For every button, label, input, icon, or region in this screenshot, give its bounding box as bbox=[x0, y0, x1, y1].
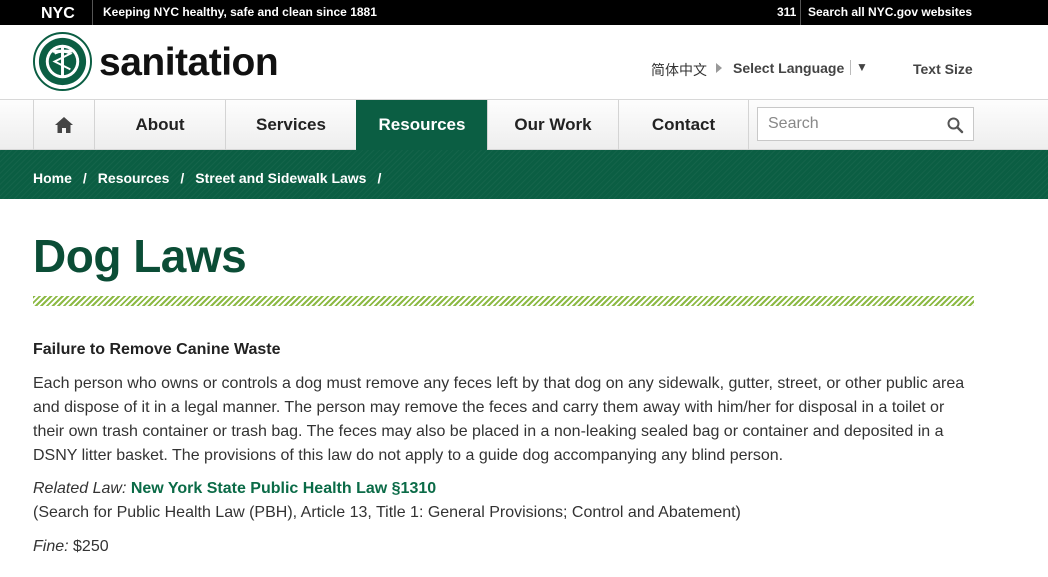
divider bbox=[92, 0, 93, 25]
nav-contact[interactable]: Contact bbox=[618, 100, 749, 150]
home-icon bbox=[55, 117, 73, 133]
divider bbox=[800, 0, 801, 25]
related-law-link[interactable]: New York State Public Health Law §1310 bbox=[131, 480, 436, 497]
search-icon[interactable] bbox=[946, 116, 964, 134]
breadcrumb-bar: Home / Resources / Street and Sidewalk Laws / bbox=[0, 150, 1048, 199]
tagline: Keeping NYC healthy, safe and clean sinc… bbox=[103, 5, 377, 19]
nav-home[interactable] bbox=[33, 100, 94, 150]
nav-services[interactable]: Services bbox=[225, 100, 356, 150]
select-language-dropdown[interactable]: Select Language bbox=[733, 60, 844, 76]
breadcrumb-separator: / bbox=[82, 170, 87, 186]
dsny-seal-icon[interactable] bbox=[33, 32, 92, 91]
nyc-logo-icon[interactable]: NYC bbox=[41, 4, 85, 21]
fine-label: Fine: bbox=[33, 538, 69, 555]
triangle-right-icon bbox=[716, 63, 722, 73]
divider bbox=[850, 60, 851, 75]
search-box bbox=[757, 107, 974, 141]
caret-down-icon[interactable]: ▼ bbox=[856, 60, 868, 74]
language-chinese-link[interactable]: 简体中文 bbox=[651, 60, 707, 80]
breadcrumb-resources[interactable]: Resources bbox=[98, 170, 170, 186]
related-law: Related Law: New York State Public Healt… bbox=[33, 480, 436, 498]
search-all-nyc-link[interactable]: Search all NYC.gov websites bbox=[808, 5, 972, 19]
breadcrumb-separator: / bbox=[377, 170, 382, 186]
breadcrumb: Home / Resources / Street and Sidewalk Laws / bbox=[33, 170, 392, 186]
law-description: Each person who owns or controls a dog m… bbox=[33, 375, 965, 464]
link-311[interactable]: 311 bbox=[777, 5, 796, 19]
section-heading: Failure to Remove Canine Waste bbox=[33, 341, 281, 358]
decorative-stripe bbox=[33, 296, 974, 306]
main-nav: About Services Resources Our Work Contac… bbox=[0, 99, 1048, 150]
svg-text:NYC: NYC bbox=[41, 5, 75, 21]
nav-about[interactable]: About bbox=[94, 100, 225, 150]
page-title: Dog Laws bbox=[33, 230, 247, 282]
site-brand[interactable]: sanitation bbox=[99, 41, 279, 85]
site-header: sanitation 简体中文 Select Language ▼ Text S… bbox=[0, 25, 1048, 100]
breadcrumb-home[interactable]: Home bbox=[33, 170, 72, 186]
nav-resources[interactable]: Resources bbox=[356, 100, 487, 150]
related-law-note: (Search for Public Health Law (PBH), Art… bbox=[33, 504, 741, 521]
text-size-button[interactable]: Text Size bbox=[913, 61, 973, 77]
fine-value: $250 bbox=[73, 538, 109, 555]
top-bar: NYC Keeping NYC healthy, safe and clean … bbox=[0, 0, 1048, 25]
breadcrumb-separator: / bbox=[180, 170, 185, 186]
related-law-label: Related Law: bbox=[33, 480, 127, 497]
search-input[interactable] bbox=[758, 108, 943, 140]
fine-amount: Fine: $250 bbox=[33, 538, 109, 556]
breadcrumb-street-sidewalk-laws[interactable]: Street and Sidewalk Laws bbox=[195, 170, 366, 186]
nav-our-work[interactable]: Our Work bbox=[487, 100, 618, 150]
